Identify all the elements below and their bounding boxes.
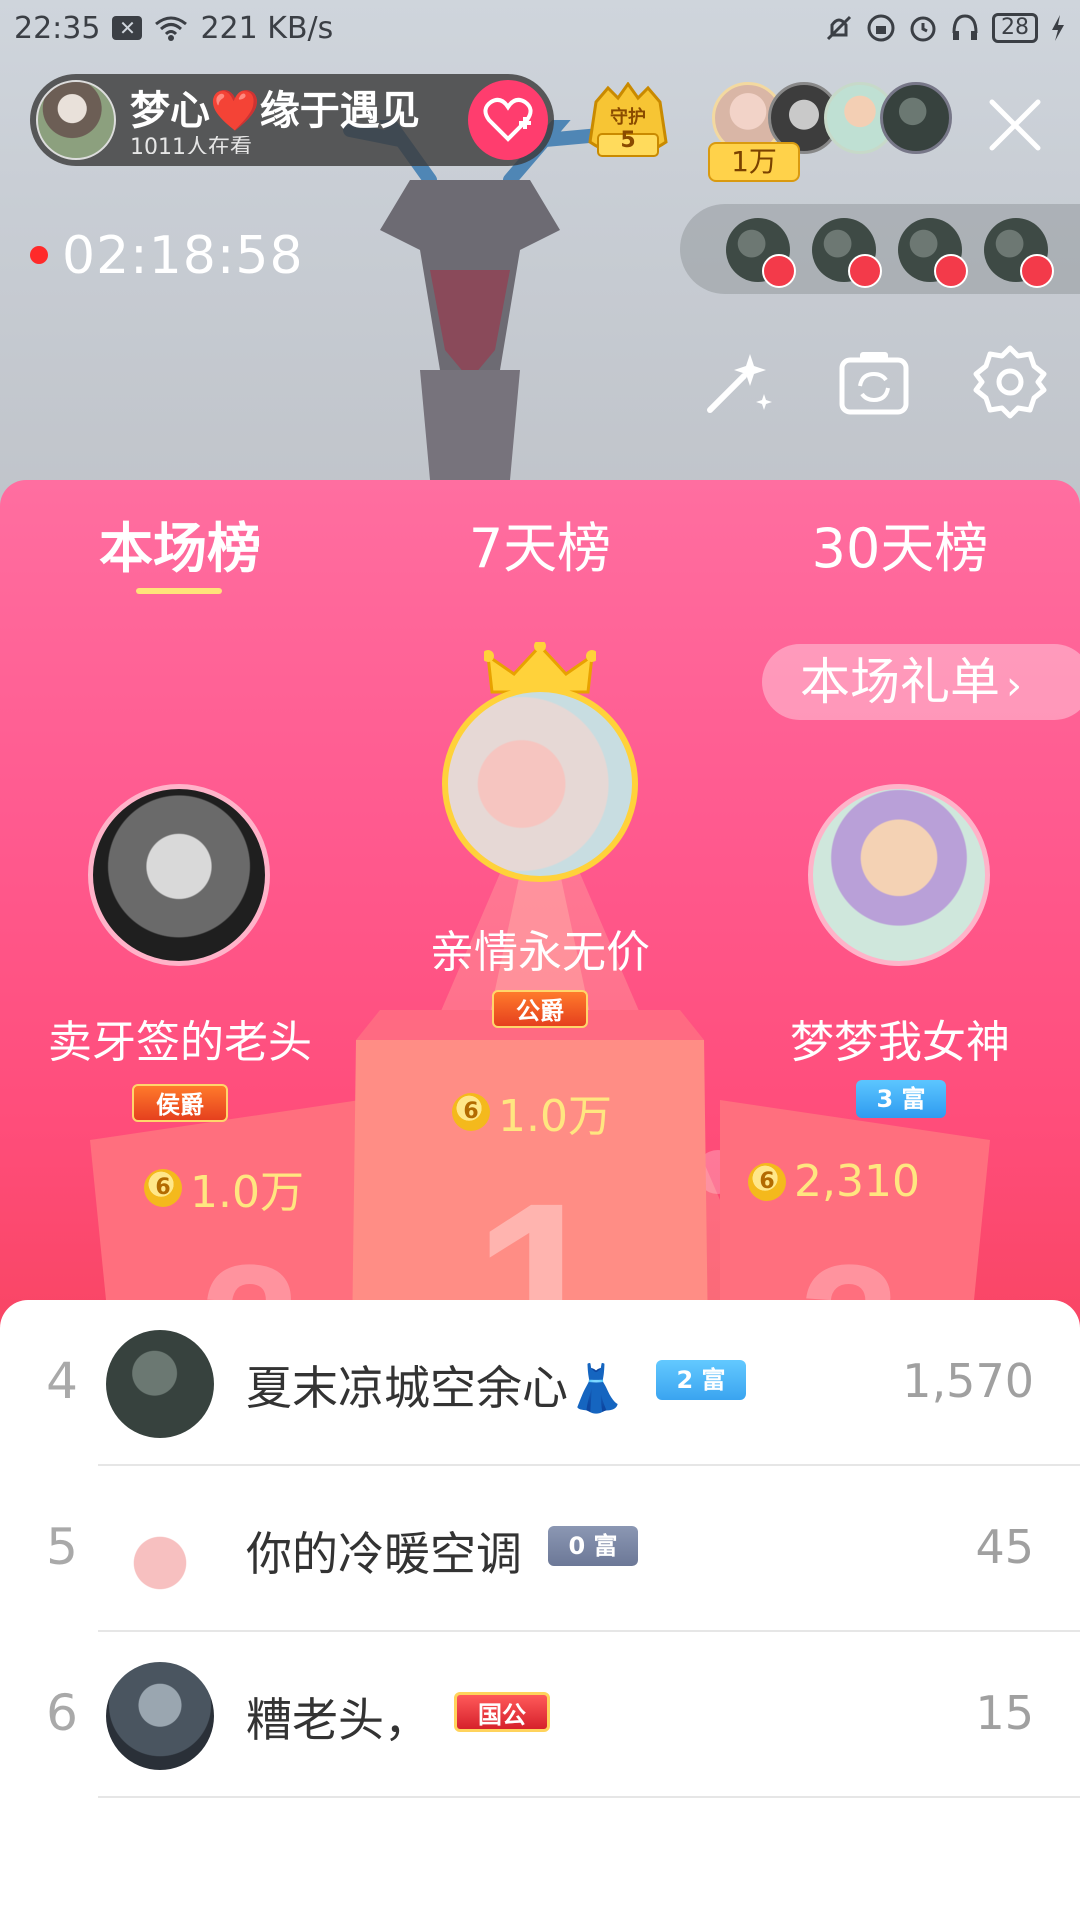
- third-place-score: 6 2,310: [748, 1156, 920, 1207]
- live-dot: [30, 246, 48, 264]
- notification-x-icon: ✕: [112, 16, 143, 40]
- host-name: 梦心❤️缘于遇见: [130, 88, 420, 134]
- guard-count: 5: [620, 128, 636, 153]
- seat-icon: [934, 254, 968, 288]
- rank-number: 4: [46, 1352, 78, 1410]
- viewer-count: 1011人在看: [130, 136, 252, 154]
- battery-icon: 28: [992, 13, 1038, 43]
- live-timer: 02:18:58: [62, 226, 304, 286]
- user-name: 夏末凉城空余心👗: [246, 1361, 626, 1415]
- mute-icon: [826, 15, 852, 41]
- user-avatar[interactable]: [106, 1330, 214, 1438]
- alarm-icon: [910, 16, 936, 42]
- rank-tabs: 本场榜 7天榜 30天榜: [0, 504, 1080, 594]
- user-name: 你的冷暖空调: [246, 1527, 522, 1581]
- first-place-score-value: 1.0万: [498, 1091, 612, 1142]
- settings-gear-icon[interactable]: [972, 344, 1048, 420]
- list-item[interactable]: 5 你的冷暖空调 0 富 45: [0, 1466, 1080, 1632]
- guard-label: 守护: [610, 107, 646, 128]
- first-place-title-badge: 公爵: [492, 990, 588, 1028]
- second-place-score-value: 1.0万: [190, 1167, 304, 1218]
- divider: [98, 1796, 1080, 1798]
- rank-number: 6: [46, 1684, 78, 1742]
- seat-icon: [762, 254, 796, 288]
- mic-seat[interactable]: [726, 218, 796, 288]
- charging-icon: [1052, 15, 1064, 41]
- list-item[interactable]: 6 糟老头， 国公 15: [0, 1632, 1080, 1798]
- gift-list-label: 本场礼单: [800, 653, 1000, 711]
- second-place-avatar[interactable]: [88, 784, 270, 966]
- user-avatar[interactable]: [106, 1496, 214, 1604]
- second-place-score: 6 1.0万: [144, 1156, 304, 1220]
- seat-icon: [848, 254, 882, 288]
- clock: 22:35: [14, 10, 101, 46]
- headset-icon: [952, 14, 978, 40]
- status-bar: 22:35 ✕ 221 KB/s 28: [0, 0, 1080, 56]
- close-icon[interactable]: [984, 94, 1046, 156]
- third-place-rich-badge: 3 富: [856, 1080, 946, 1118]
- first-place-name: 亲情永无价: [430, 927, 650, 978]
- rich-level-badge: 0 富: [548, 1526, 638, 1566]
- ranking-panel: 1 2 3 本场榜 7天榜 30天榜 本场礼单 › 亲情永无价 公爵 6 1.0万…: [0, 480, 1080, 1340]
- coin-icon: 6: [452, 1093, 490, 1131]
- user-name: 糟老头，: [246, 1693, 430, 1747]
- deer-head-decor: [343, 120, 607, 480]
- first-place-score: 6 1.0万: [452, 1080, 612, 1144]
- host-avatar[interactable]: [36, 80, 116, 160]
- mic-seat-strip: [680, 204, 1080, 294]
- mic-seat[interactable]: [984, 218, 1054, 288]
- top-viewer-coin-badge: 1万: [708, 142, 800, 182]
- follow-button[interactable]: [468, 80, 548, 160]
- wifi-icon: [155, 16, 188, 41]
- first-place-avatar[interactable]: [442, 686, 638, 882]
- noble-title-badge: 国公: [454, 1692, 550, 1732]
- guard-badge[interactable]: 守护 5: [582, 82, 674, 166]
- rank-list: 4 夏末凉城空余心👗 2 富 1,570 5 你的冷暖空调 0 富 45 6 糟…: [0, 1300, 1080, 1920]
- mic-seat[interactable]: [812, 218, 882, 288]
- rotation-lock-icon: [867, 14, 895, 42]
- active-tab-indicator: [136, 588, 222, 594]
- second-place-name: 卖牙签的老头: [48, 1017, 312, 1068]
- beauty-wand-icon[interactable]: [700, 344, 776, 420]
- network-speed: 221 KB/s: [200, 10, 334, 46]
- third-place-avatar[interactable]: [808, 784, 990, 966]
- tab-current-session[interactable]: 本场榜: [60, 504, 300, 594]
- tab-30-days[interactable]: 30天榜: [780, 504, 1020, 594]
- tab-7-days[interactable]: 7天榜: [420, 504, 660, 594]
- chevron-right-icon: ›: [1006, 663, 1022, 709]
- viewer-avatar[interactable]: [880, 82, 952, 154]
- user-score: 1,570: [902, 1354, 1034, 1408]
- flip-camera-icon[interactable]: [836, 344, 912, 420]
- rich-level-badge: 2 富: [656, 1360, 746, 1400]
- user-score: 15: [975, 1686, 1034, 1740]
- host-info-pill[interactable]: 梦心❤️缘于遇见 1011人在看: [30, 74, 554, 166]
- gift-list-button[interactable]: 本场礼单 ›: [762, 644, 1080, 720]
- third-place-name: 梦梦我女神: [790, 1017, 1010, 1068]
- heart-plus-icon: [483, 97, 533, 142]
- coin-icon: 6: [144, 1169, 182, 1207]
- second-place-title-badge: 侯爵: [132, 1084, 228, 1122]
- mic-seat[interactable]: [898, 218, 968, 288]
- seat-icon: [1020, 254, 1054, 288]
- coin-icon: 6: [748, 1162, 786, 1201]
- user-avatar[interactable]: [106, 1662, 214, 1770]
- list-item[interactable]: 4 夏末凉城空余心👗 2 富 1,570: [0, 1300, 1080, 1466]
- third-place-score-value: 2,310: [794, 1156, 920, 1207]
- user-score: 45: [975, 1520, 1034, 1574]
- rank-number: 5: [46, 1518, 78, 1576]
